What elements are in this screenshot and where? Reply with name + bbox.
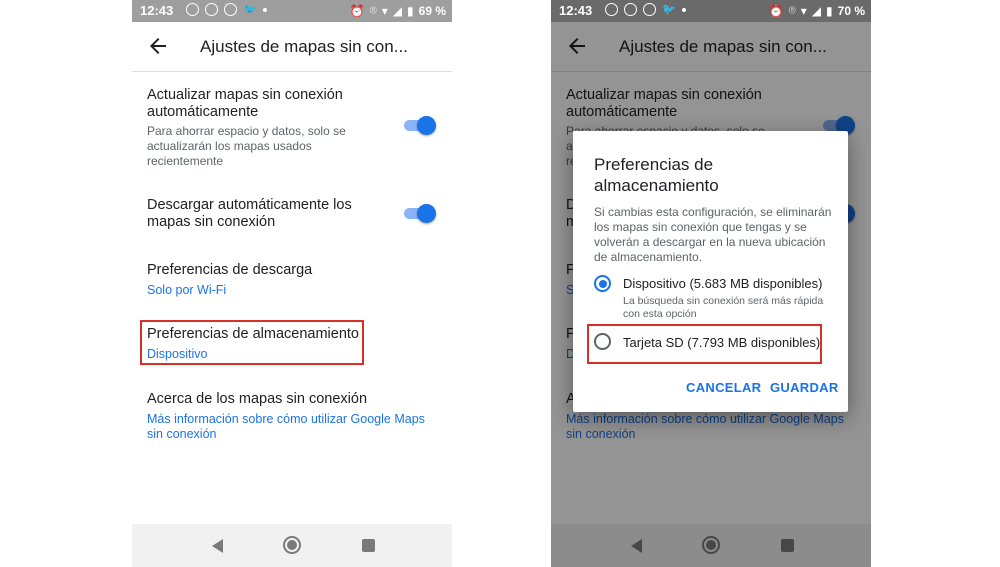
spotify-icon <box>624 3 637 16</box>
setting-about-offline[interactable]: Acerca de los mapas sin conexión Más inf… <box>147 391 440 442</box>
highlight-box <box>140 320 364 365</box>
setting-value: Solo por Wi-Fi <box>147 283 227 297</box>
location-icon: ⌾ <box>788 3 796 17</box>
option-device-description: La búsqueda sin conexión será más rápida… <box>623 295 824 320</box>
signal-icon: ◢ <box>392 3 403 18</box>
spotify-icon <box>224 3 237 16</box>
battery-icon: ▮ <box>826 3 833 18</box>
option-device-label[interactable]: Dispositivo (5.683 MB disponibles) <box>623 276 822 291</box>
spotify-icon <box>643 3 656 16</box>
setting-download-preferences[interactable]: Preferencias de descarga Solo por Wi-Fi <box>147 262 440 298</box>
setting-label: Actualizar mapas sin conexión automática… <box>147 87 343 120</box>
spotify-icon <box>605 3 618 16</box>
alarm-icon: ⏰ <box>768 3 784 18</box>
setting-auto-update[interactable]: Actualizar mapas sin conexión automática… <box>147 87 440 169</box>
dialog-title: Preferencias de almacenamiento <box>594 155 719 195</box>
more-notifications-icon <box>681 7 686 12</box>
spotify-icon <box>205 3 218 16</box>
nav-home-icon[interactable] <box>283 536 301 554</box>
wifi-icon: ▾ <box>381 3 388 18</box>
phone-screen-left: 12:43 🐦 ⏰ ⌾ ▾ ◢ ▮ 69 % Ajustes de mapas … <box>132 0 452 567</box>
radio-device[interactable] <box>594 275 611 292</box>
battery-icon: ▮ <box>407 3 414 18</box>
cancel-button[interactable]: CANCELAR <box>686 380 761 395</box>
page-title: Ajustes de mapas sin con... <box>200 37 408 56</box>
status-bar: 12:43 🐦 ⏰ ⌾ ▾ ◢ ▮ 70 % <box>551 0 871 22</box>
highlight-box <box>587 324 822 364</box>
location-icon: ⌾ <box>369 3 377 17</box>
twitter-icon: 🐦 <box>243 4 257 16</box>
save-button[interactable]: GUARDAR <box>770 380 839 395</box>
setting-auto-download[interactable]: Descargar automáticamente los mapas sin … <box>147 197 440 231</box>
status-bar: 12:43 🐦 ⏰ ⌾ ▾ ◢ ▮ 69 % <box>132 0 452 22</box>
app-bar: Ajustes de mapas sin con... <box>132 22 452 72</box>
arrow-left-icon[interactable] <box>146 34 170 58</box>
wifi-icon: ▾ <box>800 3 807 18</box>
learn-more-link[interactable]: Más información sobre cómo utilizar Goog… <box>147 412 437 442</box>
setting-description: Para ahorrar espacio y datos, solo se ac… <box>147 124 346 168</box>
twitter-icon: 🐦 <box>662 4 676 16</box>
auto-update-toggle[interactable] <box>404 114 436 136</box>
nav-recents-icon[interactable] <box>362 539 375 552</box>
signal-icon: ◢ <box>811 3 822 18</box>
nav-back-icon[interactable] <box>212 539 223 553</box>
status-time: 12:43 <box>140 3 174 18</box>
status-time: 12:43 <box>559 3 593 18</box>
auto-download-toggle[interactable] <box>404 202 436 224</box>
setting-label: Acerca de los mapas sin conexión <box>147 391 368 407</box>
navigation-bar <box>132 524 452 567</box>
phone-screen-right: 12:43 🐦 ⏰ ⌾ ▾ ◢ ▮ 70 % Ajustes de mapas … <box>551 0 871 567</box>
battery-percent: 70 % <box>837 3 865 18</box>
battery-percent: 69 % <box>418 3 446 18</box>
setting-label: Descargar automáticamente los mapas sin … <box>147 197 352 230</box>
spotify-icon <box>186 3 199 16</box>
more-notifications-icon <box>262 7 267 12</box>
setting-label: Preferencias de descarga <box>147 262 313 278</box>
storage-preferences-dialog: Preferencias de almacenamiento Si cambia… <box>573 131 848 412</box>
dialog-message: Si cambias esta configuración, se elimin… <box>594 205 832 264</box>
alarm-icon: ⏰ <box>349 3 365 18</box>
